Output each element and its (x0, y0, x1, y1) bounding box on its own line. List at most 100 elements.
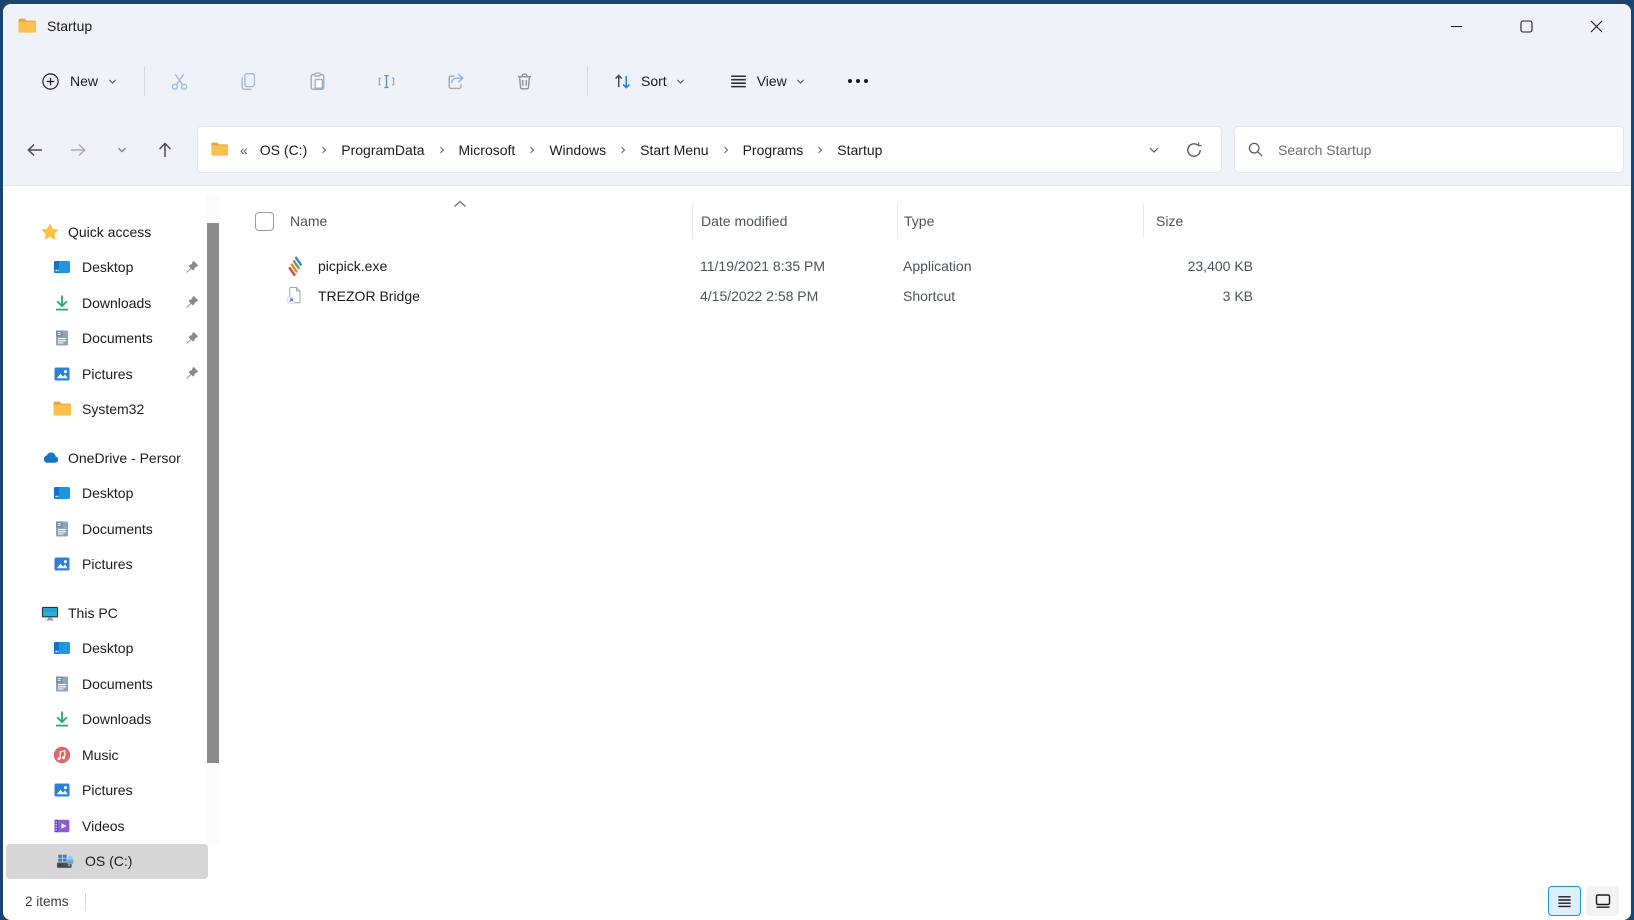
sidebar-item-desktop[interactable]: Desktop (3, 476, 208, 512)
details-view-button[interactable] (1548, 886, 1581, 916)
breadcrumb-item[interactable]: Windows (543, 138, 612, 162)
sidebar-item-videos[interactable]: Videos (3, 808, 208, 844)
sidebar-item-label: Documents (82, 676, 153, 692)
file-list: Name Date modified Type Size picpick.exe… (230, 186, 1631, 883)
main-area: Quick access Desktop Downloads (3, 186, 1631, 883)
breadcrumb-item[interactable]: OS (C:) (254, 138, 313, 162)
sidebar-item-music[interactable]: Music (3, 737, 208, 773)
file-size: 23,400 KB (1143, 258, 1273, 274)
command-toolbar: New Sort (3, 48, 1631, 114)
share-button[interactable] (435, 61, 475, 101)
sidebar-item-pictures[interactable]: Pictures (3, 356, 208, 392)
sidebar-item-downloads[interactable]: Downloads (3, 702, 208, 738)
sidebar-section-this-pc[interactable]: This PC (3, 595, 208, 631)
search-box[interactable] (1234, 126, 1624, 173)
address-dropdown-chevron-icon[interactable] (1147, 143, 1161, 157)
back-button[interactable] (18, 133, 52, 167)
sidebar-section-onedrive[interactable]: OneDrive - Persor (3, 440, 208, 476)
column-header-type[interactable]: Type (897, 204, 1143, 238)
sidebar-section-label: OneDrive - Persor (68, 450, 181, 466)
breadcrumb-separator-icon (618, 145, 628, 155)
desktop-icon (52, 638, 72, 658)
column-header-date-modified[interactable]: Date modified (692, 204, 897, 238)
select-all-checkbox[interactable] (255, 212, 274, 231)
file-row-trezor-bridge[interactable]: TREZOR Bridge 4/15/2022 2:58 PM Shortcut… (230, 281, 1631, 311)
sidebar-item-label: Videos (82, 818, 125, 834)
up-button[interactable] (148, 133, 182, 167)
pin-icon (184, 331, 199, 346)
breadcrumb-separator-icon (721, 145, 731, 155)
see-more-button[interactable] (838, 61, 878, 101)
sidebar-item-label: System32 (82, 401, 144, 417)
sidebar-section-label: This PC (68, 605, 118, 621)
documents-icon (52, 674, 72, 694)
breadcrumb: « OS (C:) ProgramData Microsoft Windows … (238, 138, 1147, 162)
sidebar-item-pictures[interactable]: Pictures (3, 547, 208, 583)
sidebar-item-label: Desktop (82, 259, 133, 275)
rename-button[interactable] (366, 61, 406, 101)
close-button[interactable] (1561, 4, 1631, 48)
file-size: 3 KB (1143, 288, 1273, 304)
breadcrumb-item[interactable]: Start Menu (634, 138, 714, 162)
column-header-name[interactable]: Name (290, 213, 692, 229)
sidebar-item-documents[interactable]: Documents (3, 511, 208, 547)
sidebar-item-label: Desktop (82, 485, 133, 501)
titlebar[interactable]: Startup (3, 4, 1631, 48)
breadcrumb-separator-icon (319, 145, 329, 155)
sidebar-item-label: Desktop (82, 640, 133, 656)
search-input[interactable] (1278, 142, 1611, 158)
file-row-picpick[interactable]: picpick.exe 11/19/2021 8:35 PM Applicati… (230, 251, 1631, 281)
copy-button[interactable] (228, 61, 268, 101)
sidebar-section-quick-access[interactable]: Quick access (3, 214, 208, 250)
address-bar[interactable]: « OS (C:) ProgramData Microsoft Windows … (197, 126, 1222, 173)
folder-icon (52, 399, 72, 419)
view-button[interactable]: View (718, 63, 816, 100)
breadcrumb-item[interactable]: ProgramData (335, 138, 430, 162)
file-type: Application (903, 258, 1143, 274)
music-icon (52, 745, 72, 765)
cut-button[interactable] (159, 61, 199, 101)
forward-button[interactable] (61, 133, 95, 167)
delete-button[interactable] (504, 61, 544, 101)
plus-circle-icon (40, 71, 61, 92)
large-icons-view-button[interactable] (1586, 886, 1619, 916)
sidebar-item-documents[interactable]: Documents (3, 321, 208, 357)
desktop-icon (52, 257, 72, 277)
sidebar-item-documents[interactable]: Documents (3, 666, 208, 702)
sidebar-scrollbar[interactable] (206, 195, 220, 845)
picpick-app-icon (285, 255, 307, 277)
sidebar-item-desktop[interactable]: Desktop (3, 631, 208, 667)
sidebar-item-pictures[interactable]: Pictures (3, 773, 208, 809)
column-header-size[interactable]: Size (1143, 204, 1293, 238)
onedrive-cloud-icon (40, 448, 60, 468)
documents-icon (52, 328, 72, 348)
breadcrumb-item[interactable]: Microsoft (453, 138, 522, 162)
sidebar-scrollbar-thumb[interactable] (207, 223, 219, 763)
pictures-icon (52, 554, 72, 574)
chevron-down-icon (795, 76, 806, 87)
breadcrumb-separator-icon (437, 145, 447, 155)
sidebar-item-label: Documents (82, 521, 153, 537)
items-count: 2 items (25, 894, 69, 909)
sidebar-item-system32[interactable]: System32 (3, 392, 208, 428)
sidebar-item-downloads[interactable]: Downloads (3, 285, 208, 321)
sidebar-item-label: Pictures (82, 782, 133, 798)
minimize-button[interactable] (1421, 4, 1491, 48)
file-date-modified: 11/19/2021 8:35 PM (700, 258, 903, 274)
recent-locations-chevron-icon[interactable] (105, 133, 139, 167)
breadcrumb-overflow[interactable]: « (238, 138, 250, 162)
paste-button[interactable] (297, 61, 337, 101)
maximize-button[interactable] (1491, 4, 1561, 48)
sort-button[interactable]: Sort (602, 63, 696, 100)
sidebar-item-os-c[interactable]: OS (C:) (6, 844, 208, 880)
sidebar-item-label: Pictures (82, 366, 133, 382)
downloads-icon (52, 709, 72, 729)
breadcrumb-item[interactable]: Startup (831, 138, 888, 162)
refresh-icon[interactable] (1185, 141, 1203, 159)
toolbar-separator (587, 66, 588, 96)
new-button[interactable]: New (28, 62, 130, 101)
column-header-row: Name Date modified Type Size (230, 204, 1631, 238)
sidebar-item-desktop[interactable]: Desktop (3, 250, 208, 286)
os-drive-icon (55, 851, 75, 871)
breadcrumb-item[interactable]: Programs (737, 138, 810, 162)
